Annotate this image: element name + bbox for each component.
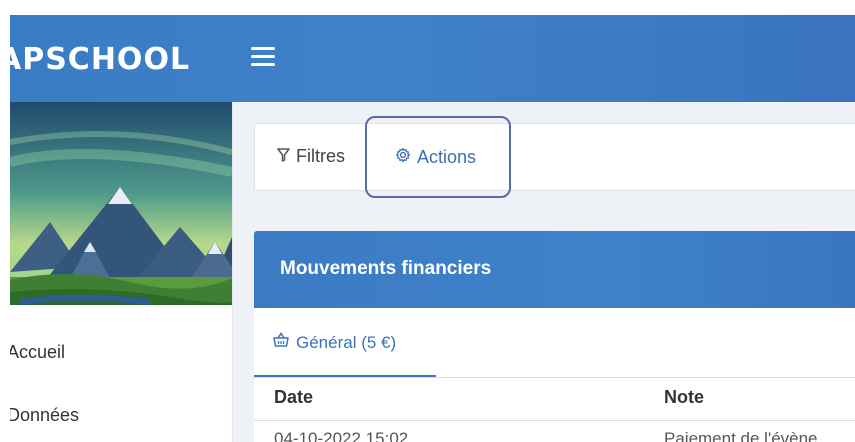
filter-icon	[277, 146, 290, 167]
column-header-date[interactable]: Date	[274, 387, 313, 408]
sidebar-item-label: Données	[10, 405, 80, 425]
sidebar-item-donnees[interactable]: Données	[10, 405, 79, 426]
sidebar-banner-image	[10, 102, 232, 305]
sidebar-item-accueil[interactable]: Accueil	[10, 342, 65, 363]
sidebar: Accueil Données	[10, 102, 233, 442]
actions-label: Actions	[417, 147, 477, 167]
filters-button[interactable]: Filtres	[277, 146, 345, 167]
app-frame: APSCHOOL Accueil Données Filtres Actions…	[10, 15, 855, 442]
app-logo[interactable]: APSCHOOL	[10, 42, 190, 77]
hamburger-icon[interactable]	[251, 47, 275, 67]
card-header: Mouvements financiers	[254, 231, 855, 308]
card-body: Général (5 €) Date Note 04-10-2022 15:02…	[254, 308, 855, 442]
header-divider	[254, 420, 855, 421]
basket-icon	[272, 332, 290, 353]
top-header: APSCHOOL	[10, 15, 855, 102]
tab-divider	[254, 377, 855, 378]
cell-note: Paiement de l'évène	[664, 429, 818, 442]
tab-general[interactable]: Général (5 €)	[272, 332, 396, 353]
sidebar-item-label: Accueil	[10, 342, 66, 362]
tab-label: Général (5 €)	[296, 332, 397, 352]
actions-button[interactable]: Actions	[365, 116, 511, 198]
cell-date: 04-10-2022 15:02	[274, 429, 409, 442]
toolbar: Filtres Actions	[254, 116, 855, 198]
card-title: Mouvements financiers	[280, 258, 492, 279]
column-header-note[interactable]: Note	[664, 387, 704, 408]
mountain-landscape-illustration	[10, 102, 232, 305]
gear-icon	[395, 147, 411, 168]
filters-label: Filtres	[296, 146, 345, 166]
